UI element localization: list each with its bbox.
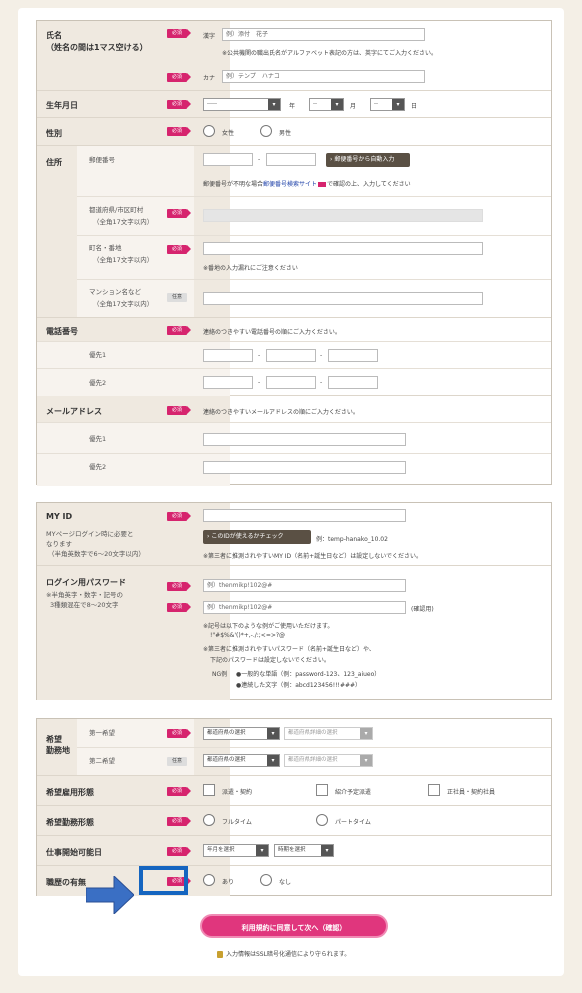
chevron-down-icon: ▾ xyxy=(256,845,268,856)
experience-no-radio[interactable] xyxy=(260,874,272,886)
phone1-part2-input[interactable] xyxy=(266,349,316,362)
phone2-part3-input[interactable] xyxy=(328,376,378,389)
start-date-row: 仕事開始可能日 必須 年月を選択 ▾ 時期を選択 ▾ xyxy=(37,836,551,866)
phone2-part2-input[interactable] xyxy=(266,376,316,389)
required-badge: 必須 xyxy=(167,729,191,738)
phone1-part1-input[interactable] xyxy=(203,349,253,362)
birth-year-select[interactable]: ----- ▾ xyxy=(203,98,281,111)
address-row: 住所 郵便番号 - › 郵便番号から自動入力 郵便番号が不明な場合郵便番号検索サ… xyxy=(37,146,551,318)
zip-first-input[interactable] xyxy=(203,153,253,166)
email2-input[interactable] xyxy=(203,461,406,474)
second-pref-detail-select[interactable]: 都道府県詳細の選択 ▾ xyxy=(284,754,373,767)
optional-badge: 任意 xyxy=(167,293,187,302)
required-badge: 必須 xyxy=(167,847,191,856)
highlight-box xyxy=(139,866,188,895)
employment-type-row: 希望雇用形態 必須 派遣・契約 紹介予定派遣 正社員・契約社員 xyxy=(37,776,551,806)
temp-contract-checkbox[interactable] xyxy=(203,784,215,796)
required-badge: 必須 xyxy=(167,512,191,521)
preferences-section: 希望 勤務地 第一希望 必須 都道府県の選択 ▾ 都道府県詳細の選択 ▾ 第二希望 … xyxy=(36,718,552,896)
pointer-arrow-icon xyxy=(86,876,134,914)
town-address-input[interactable] xyxy=(203,242,483,255)
birth-day-select[interactable]: -- ▾ xyxy=(370,98,405,111)
second-pref-select[interactable]: 都道府県の選択 ▾ xyxy=(203,754,280,767)
phone2-part1-input[interactable] xyxy=(203,376,253,389)
kanji-name-input[interactable]: 例）添付 花子 xyxy=(222,28,425,41)
lock-icon xyxy=(217,951,223,958)
password-confirm-input[interactable]: 例）thenmikp!102@# xyxy=(203,601,406,614)
first-pref-select[interactable]: 都道府県の選択 ▾ xyxy=(203,727,280,740)
chevron-down-icon: ▾ xyxy=(360,728,372,739)
required-badge: 必須 xyxy=(167,100,191,109)
first-pref-detail-select[interactable]: 都道府県詳細の選択 ▾ xyxy=(284,727,373,740)
required-badge: 必須 xyxy=(167,326,191,335)
chevron-down-icon: ▾ xyxy=(268,99,280,110)
personal-info-section: 氏名 （姓名の間は1マス空ける） 必須 漢字 例）添付 花子 ※公共機関の職出氏… xyxy=(36,20,552,486)
chevron-down-icon: ▾ xyxy=(321,845,333,856)
chevron-down-icon: ▾ xyxy=(267,728,279,739)
phone1-part3-input[interactable] xyxy=(328,349,378,362)
zip-second-input[interactable] xyxy=(266,153,316,166)
gender-row: 性別 必須 女性 男性 xyxy=(37,118,551,146)
account-section: MY ID 必須 MYページログイン時に必要と なります （半角英数字で6〜20… xyxy=(36,502,552,700)
gender-male-radio[interactable] xyxy=(260,125,272,137)
myid-input[interactable] xyxy=(203,509,406,522)
email1-input[interactable] xyxy=(203,433,406,446)
required-badge: 必須 xyxy=(167,127,191,136)
ssl-note: 入力情報はSSL暗号化通信により守られます。 xyxy=(217,949,350,958)
required-badge: 必須 xyxy=(167,582,191,591)
required-badge: 必須 xyxy=(167,209,191,218)
myid-row: MY ID 必須 MYページログイン時に必要と なります （半角英数字で6〜20… xyxy=(37,503,551,566)
kana-name-input[interactable]: 例）テンプ ハナコ xyxy=(222,70,425,83)
experience-yes-radio[interactable] xyxy=(203,874,215,886)
zip-autofill-button[interactable]: › 郵便番号から自動入力 xyxy=(326,153,410,167)
prefecture-city-input xyxy=(203,209,483,222)
fulltime-employee-checkbox[interactable] xyxy=(428,784,440,796)
zip-search-link[interactable]: 郵便番号検索サイト xyxy=(263,181,317,188)
gender-female-radio[interactable] xyxy=(203,125,215,137)
building-name-input[interactable] xyxy=(203,292,483,305)
required-badge: 必須 xyxy=(167,245,191,254)
email-row: メールアドレス 必須 連絡のつきやすいメールアドレスの順にご入力ください。 優先… xyxy=(37,396,551,486)
required-badge: 必須 xyxy=(167,406,191,415)
optional-badge: 任意 xyxy=(167,757,187,766)
password-input[interactable]: 例）thenmikp!102@# xyxy=(203,579,406,592)
chevron-down-icon: ▾ xyxy=(331,99,343,110)
check-id-button[interactable]: › このIDが使えるかチェック xyxy=(203,530,311,544)
chevron-down-icon: ▾ xyxy=(267,755,279,766)
phone-row: 電話番号 必須 連絡のつきやすい電話番号の順にご入力ください。 優先1 - - … xyxy=(37,318,551,396)
required-badge: 必須 xyxy=(167,817,191,826)
agree-and-next-button[interactable]: 利用規約に同意して次へ（確認） xyxy=(200,914,388,938)
required-badge: 必須 xyxy=(167,787,191,796)
chevron-down-icon: ▾ xyxy=(392,99,404,110)
name-row: 氏名 （姓名の間は1マス空ける） 必須 漢字 例）添付 花子 ※公共機関の職出氏… xyxy=(37,21,551,91)
password-row: ログイン用パスワード ※半角英字・数字・記号の 3種類混在で8〜20文字 必須 … xyxy=(37,566,551,700)
name-note: （姓名の間は1マス空ける） xyxy=(46,43,148,52)
external-link-icon xyxy=(318,182,327,187)
start-month-select[interactable]: 年月を選択 ▾ xyxy=(203,844,269,857)
temp-to-perm-checkbox[interactable] xyxy=(316,784,328,796)
location-row: 希望 勤務地 第一希望 必須 都道府県の選択 ▾ 都道府県詳細の選択 ▾ 第二希望 … xyxy=(37,719,551,776)
chevron-down-icon: ▾ xyxy=(360,755,372,766)
fulltime-radio[interactable] xyxy=(203,814,215,826)
work-style-row: 希望勤務形態 必須 フルタイム パートタイム xyxy=(37,806,551,836)
name-label: 氏名 xyxy=(46,31,62,40)
birthdate-row: 生年月日 必須 ----- ▾ 年 -- ▾ 月 -- ▾ 日 xyxy=(37,91,551,118)
required-badge: 必須 xyxy=(167,73,191,82)
start-period-select[interactable]: 時期を選択 ▾ xyxy=(274,844,334,857)
required-badge: 必須 xyxy=(167,29,191,38)
birth-month-select[interactable]: -- ▾ xyxy=(309,98,344,111)
required-badge: 必須 xyxy=(167,603,191,612)
parttime-radio[interactable] xyxy=(316,814,328,826)
